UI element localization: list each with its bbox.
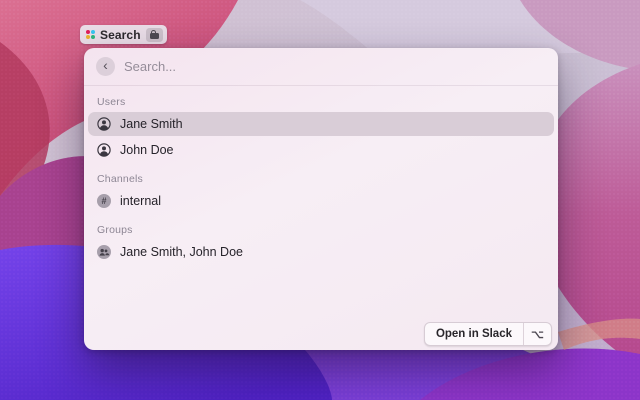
person-circle-icon	[97, 143, 111, 157]
menubar-search-label: Search	[100, 27, 141, 42]
list-item-group[interactable]: Jane Smith, John Doe	[88, 240, 554, 264]
back-button[interactable]: ‹	[96, 57, 115, 76]
open-in-slack-button[interactable]: Open in Slack ⌥	[423, 322, 552, 346]
open-in-slack-label: Open in Slack	[435, 328, 512, 340]
slack-icon	[86, 30, 95, 39]
list-item-label: Jane Smith, John Doe	[120, 245, 243, 259]
search-panel: ‹ Users Jane Smith John Doe Channels	[84, 48, 558, 350]
menubar-search-pill[interactable]: Search	[80, 25, 167, 44]
shortcut-badge	[145, 27, 163, 42]
list-item-label: John Doe	[120, 143, 174, 157]
section-header-channels: Channels	[97, 173, 143, 185]
results-list: Users Jane Smith John Doe Channels # int…	[84, 86, 558, 264]
option-key-icon: ⌥	[523, 323, 551, 345]
chevron-left-icon: ‹	[103, 57, 108, 73]
search-bar: ‹	[84, 48, 558, 86]
list-item-label: internal	[120, 194, 161, 208]
list-item-user[interactable]: John Doe	[88, 138, 554, 162]
list-item-label: Jane Smith	[120, 117, 183, 131]
list-item-channel[interactable]: # internal	[88, 189, 554, 213]
lock-icon	[149, 29, 159, 39]
list-item-user[interactable]: Jane Smith	[88, 112, 554, 136]
section-header-users: Users	[97, 96, 126, 108]
people-circle-icon	[97, 245, 111, 259]
search-input[interactable]	[124, 59, 546, 74]
hash-circle-icon: #	[97, 194, 111, 208]
person-circle-icon	[97, 117, 111, 131]
section-header-groups: Groups	[97, 224, 133, 236]
